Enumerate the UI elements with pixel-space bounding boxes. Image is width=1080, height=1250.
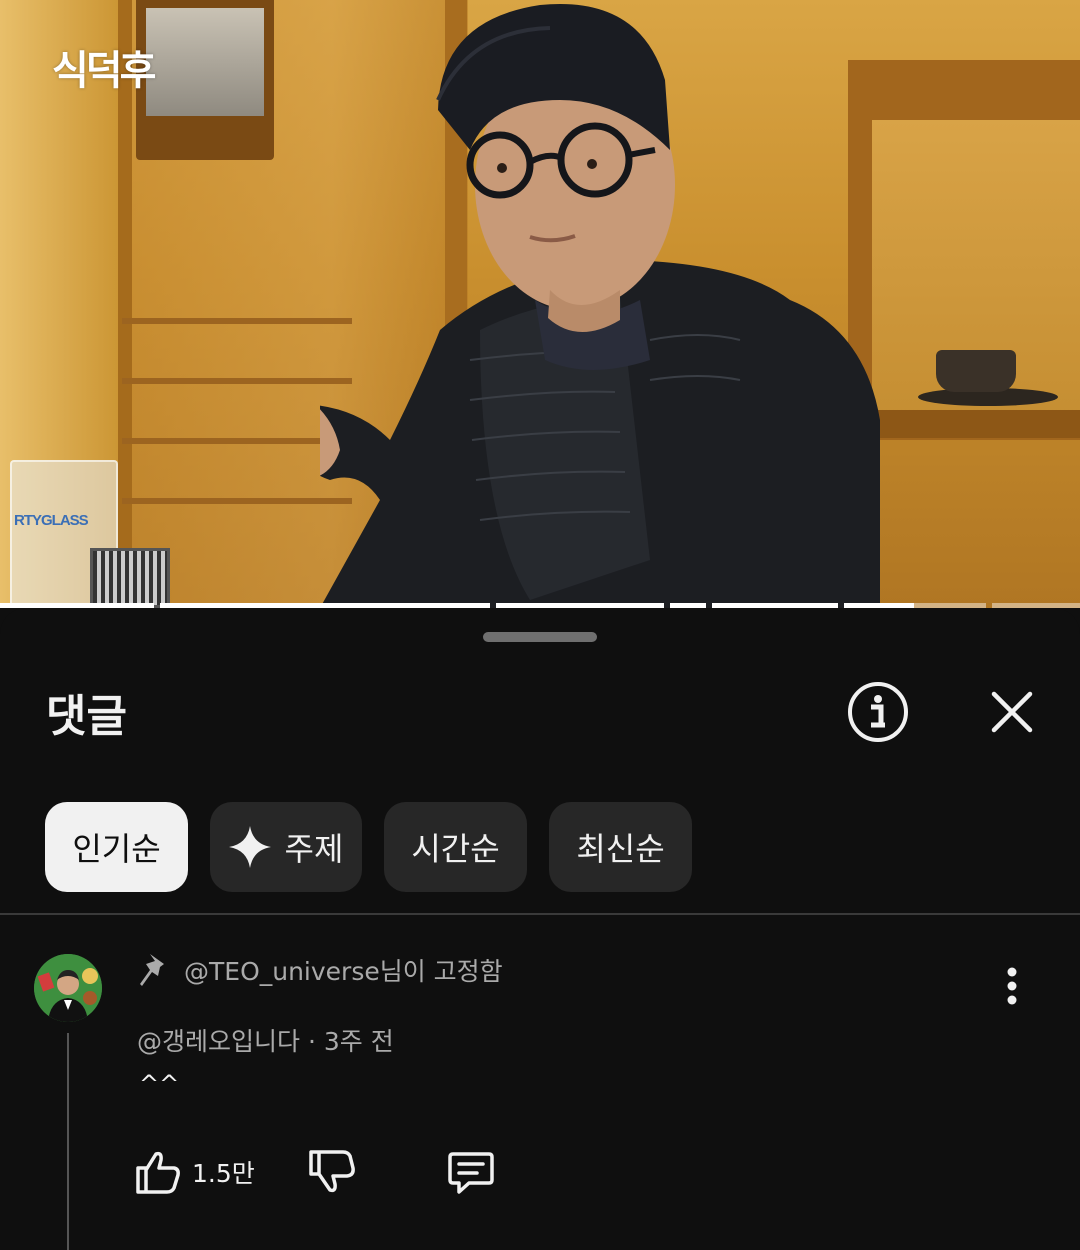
pinned-indicator: @TEO_universe님이 고정함 bbox=[138, 952, 503, 988]
chip-timestamp[interactable]: 시간순 bbox=[384, 802, 527, 892]
avatar[interactable] bbox=[34, 954, 102, 1022]
chip-newest[interactable]: 최신순 bbox=[549, 802, 692, 892]
video-frame-stair bbox=[122, 378, 352, 384]
like-button[interactable]: 1.5만 bbox=[134, 1148, 255, 1196]
video-frame-window-pane bbox=[146, 8, 264, 116]
comment-text: ^^ bbox=[139, 1070, 180, 1098]
video-frame-person bbox=[237, 0, 880, 608]
sparkle-icon bbox=[228, 826, 271, 868]
pinned-label: @TEO_universe님이 고정함 bbox=[184, 957, 503, 986]
sort-chips: 인기순 주제 시간순 최신순 bbox=[45, 802, 692, 892]
info-icon bbox=[848, 682, 908, 742]
video-player[interactable]: RTYGLASS 식덕후 bbox=[0, 0, 1080, 608]
video-frame-stair bbox=[122, 318, 352, 324]
thumbs-up-icon bbox=[136, 1151, 180, 1194]
video-frame-cup bbox=[936, 350, 1016, 392]
reply-icon bbox=[448, 1152, 494, 1194]
chip-topics[interactable]: 주제 bbox=[210, 802, 362, 892]
chip-label: 인기순 bbox=[72, 830, 161, 868]
sheet-drag-handle[interactable] bbox=[483, 632, 597, 642]
chip-popular[interactable]: 인기순 bbox=[45, 802, 188, 892]
thumbs-down-icon bbox=[309, 1150, 355, 1193]
video-frame-stair bbox=[122, 498, 352, 504]
like-count: 1.5만 bbox=[192, 1159, 255, 1188]
reply-thread-line bbox=[67, 1033, 69, 1250]
glass-print: RTYGLASS bbox=[14, 512, 89, 529]
close-button[interactable] bbox=[988, 688, 1036, 736]
chip-label: 주제 bbox=[284, 830, 344, 868]
channel-watermark: 식덕후 bbox=[52, 48, 156, 94]
chip-label: 최신순 bbox=[576, 830, 665, 868]
sheet-title: 댓글 bbox=[46, 691, 127, 742]
dislike-button[interactable] bbox=[307, 1148, 355, 1196]
header-divider bbox=[0, 913, 1080, 915]
reply-button[interactable] bbox=[447, 1148, 495, 1196]
chip-label: 시간순 bbox=[411, 830, 500, 868]
video-frame-tray bbox=[90, 548, 170, 608]
comment-author-line[interactable]: @갱레오입니다 · 3주 전 bbox=[137, 1022, 394, 1058]
video-frame-stair bbox=[122, 438, 352, 444]
video-frame-shelf-board bbox=[850, 410, 1080, 438]
comment-menu-button[interactable] bbox=[996, 964, 1028, 1012]
pin-icon bbox=[140, 954, 164, 986]
more-vertical-icon bbox=[1007, 967, 1017, 1005]
close-icon bbox=[991, 691, 1033, 733]
comment-actions: 1.5만 bbox=[134, 1148, 495, 1196]
info-button[interactable] bbox=[846, 680, 910, 744]
comments-sheet: 댓글 인기순 주제 시간순 최신순 @TEO_universe님이 고정함 @갱… bbox=[0, 608, 1080, 1250]
